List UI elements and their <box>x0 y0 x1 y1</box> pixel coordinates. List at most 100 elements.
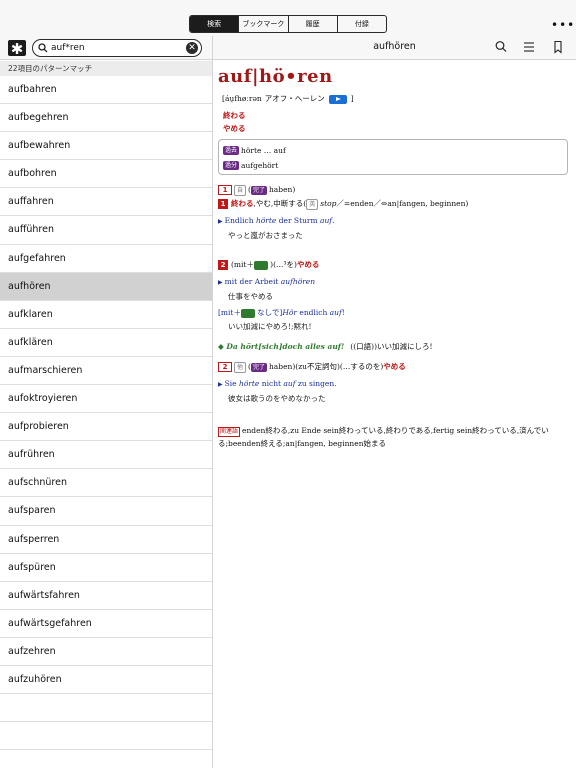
result-row[interactable]: aufprobieren <box>0 413 212 442</box>
aux-tag: 完了 <box>250 363 267 372</box>
sense-text: )(…³を) <box>270 260 297 269</box>
search-field[interactable]: auf*ren ✕ <box>32 39 202 57</box>
form-tag: 過分 <box>223 161 240 170</box>
example-text: endlich <box>297 308 330 317</box>
result-row[interactable]: aufwärtsfahren <box>0 582 212 610</box>
result-list: aufbahren aufbegehren aufbewahren aufbohren… <box>0 76 212 768</box>
result-row[interactable]: aufoktroyieren <box>0 385 212 414</box>
example-de: ▶ Sie hörte nicht auf zu singen. <box>218 379 337 388</box>
example-text: der Sturm <box>276 216 320 225</box>
result-row[interactable]: aufmarschieren <box>0 357 212 386</box>
example-keyword: hörte <box>238 379 260 388</box>
wildcard-button[interactable]: ✱ <box>8 40 26 58</box>
result-row[interactable]: aufrühren <box>0 441 212 470</box>
more-menu-icon[interactable]: ••• <box>551 19 575 31</box>
result-row[interactable]: aufbohren <box>0 160 212 189</box>
example-text: . <box>332 216 335 225</box>
empty-row <box>0 750 212 768</box>
result-row[interactable]: aufwärtsgefahren <box>0 610 212 638</box>
result-row[interactable]: aufzuhören <box>0 666 212 695</box>
example-text: なしで] <box>257 308 283 317</box>
example-text: nicht <box>259 379 284 388</box>
mode-segmented-control: 検索 ブックマーク 履歴 付録 <box>189 15 387 33</box>
form-row: 過去 hörte … auf <box>223 143 563 158</box>
result-row[interactable]: aufsperren <box>0 526 212 554</box>
example-de: ▶ mit der Arbeit aufhören <box>218 277 316 286</box>
result-row[interactable]: auffahren <box>0 188 212 217</box>
list-icon[interactable] <box>523 40 535 54</box>
example-keyword: auf <box>329 308 342 317</box>
result-row[interactable]: aufzehren <box>0 638 212 666</box>
result-row[interactable]: aufbegehren <box>0 104 212 133</box>
related-words: 関連語 enden終わる,zu Ende sein終わっている,終わりである,fe… <box>218 424 570 450</box>
tab-appendix[interactable]: 付録 <box>336 16 386 32</box>
pron-bracket: ] <box>350 94 354 103</box>
entry-header: aufhören <box>213 36 576 60</box>
tab-history[interactable]: 履歴 <box>287 16 337 32</box>
empty-row <box>0 694 212 723</box>
definition-key: やめる <box>383 362 406 371</box>
sense-header: 2 (mit＋ 3格)(…³を)やめる <box>218 259 570 271</box>
example-text: Sie <box>224 379 239 388</box>
summary-meanings: 終わる やめる <box>223 109 570 135</box>
example-text: Endlich <box>224 216 256 225</box>
search-header: ✱ auf*ren ✕ <box>0 36 212 60</box>
english-tag: 英 <box>306 199 319 210</box>
clear-icon[interactable]: ✕ <box>186 42 198 54</box>
related-tag: 関連語 <box>218 427 241 437</box>
result-row[interactable]: aufbahren <box>0 76 212 105</box>
example-text: ! <box>341 308 345 317</box>
result-row[interactable]: aufschnüren <box>0 469 212 498</box>
synonym-text: ／=enden／⇔an|fangen, beginnen) <box>336 199 469 208</box>
entry-title: aufhören <box>373 41 416 52</box>
top-toolbar: 検索 ブックマーク 履歴 付録 ••• <box>0 0 576 36</box>
related-text: enden終わる,zu Ende sein終わっている,終わりである,ferti… <box>218 426 549 448</box>
example-translation: いい加減にやめろ!;黙れ! <box>228 322 312 331</box>
result-row[interactable]: aufsparen <box>0 497 212 526</box>
play-audio-icon[interactable] <box>328 94 347 104</box>
example-text: mit der Arbeit <box>224 277 281 286</box>
conjugation-box: 過去 hörte … auf 過分 aufgehört <box>218 139 568 175</box>
bookmark-icon[interactable] <box>553 40 563 54</box>
search-icon <box>38 43 48 53</box>
result-row[interactable]: aufspüren <box>0 554 212 582</box>
meaning: やめる <box>223 124 246 133</box>
pos-tag: 他 <box>234 362 247 373</box>
aux-tag: 完了 <box>250 186 267 195</box>
tab-bookmarks[interactable]: ブックマーク <box>238 16 287 32</box>
result-row[interactable]: aufklaren <box>0 301 212 329</box>
tab-search[interactable]: 検索 <box>190 16 239 32</box>
headword: auf|hö•ren <box>218 66 333 87</box>
idiom-gloss: ((口語))いい加減にしろ! <box>350 342 433 351</box>
result-row[interactable]: aufführen <box>0 216 212 245</box>
example-text: [mit＋ <box>218 308 241 317</box>
match-count: 22項目のパターンマッチ <box>0 61 212 76</box>
form-text: aufgehört <box>241 161 279 170</box>
result-row[interactable]: aufklären <box>0 329 212 357</box>
result-row[interactable]: aufhören <box>0 272 212 301</box>
sense-header: 1 自(完了 haben) <box>218 184 570 196</box>
idiom: ◆ Da hört[sich]doch alles auf! ((口語))いい加減… <box>218 342 433 351</box>
example-translation: 仕事をやめる <box>228 292 273 301</box>
search-icon[interactable] <box>495 40 507 54</box>
example-keyword: Hör <box>282 308 297 317</box>
meaning: 終わる <box>223 111 246 120</box>
example-translation: やっと嵐がおさまった <box>228 231 303 240</box>
case-tag: 3格 <box>253 261 269 270</box>
form-tag: 過去 <box>223 146 240 155</box>
form-text: hörte … auf <box>241 146 286 155</box>
example-keyword: hörte <box>255 216 277 225</box>
form-row: 過分 aufgehört <box>223 158 563 173</box>
example-de: ▶ Endlich hörte der Sturm auf. <box>218 216 335 225</box>
sense-text: haben)(zu不定詞句)(…するのを) <box>268 362 384 371</box>
definition: 1 終わる,やむ,中断する(英 stop／=enden／⇔an|fangen, be… <box>218 198 570 210</box>
pronunciation: [ áu̯fhøːrən アオフ・ヘーレン ] <box>222 93 570 105</box>
result-row[interactable]: aufbewahren <box>0 132 212 161</box>
search-input[interactable]: auf*ren <box>51 41 85 55</box>
pane-divider <box>212 36 213 768</box>
result-row[interactable]: aufgefahren <box>0 245 212 273</box>
sense-header: 2 他(完了 haben)(zu不定詞句)(…するのを)やめる <box>218 361 570 373</box>
definition-key: やめる <box>296 260 320 269</box>
definition-text: ,やむ,中断する( <box>253 199 307 208</box>
example-keyword: auf <box>320 216 333 225</box>
